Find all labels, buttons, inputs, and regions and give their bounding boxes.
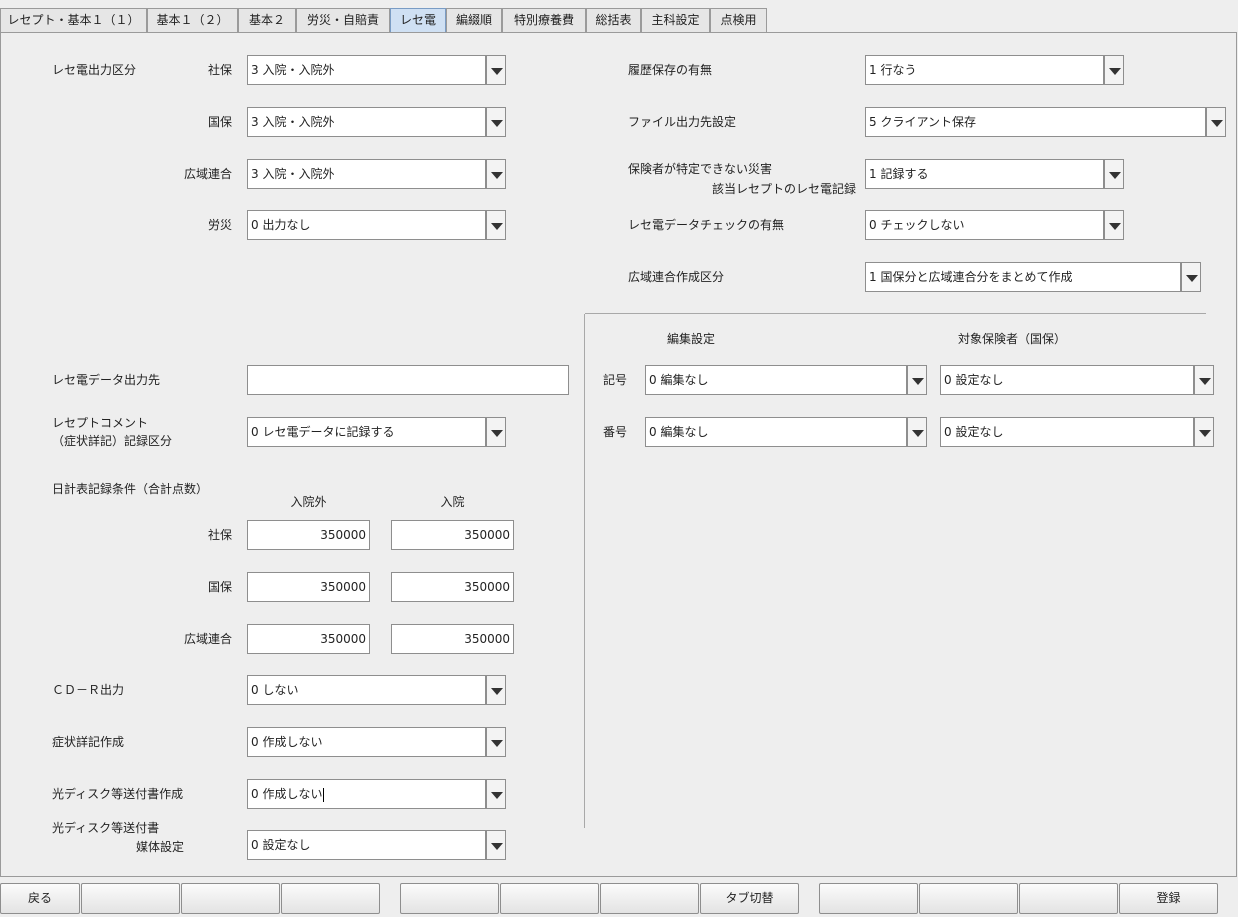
- daily-shaho-outpatient-input[interactable]: 350000: [247, 520, 370, 550]
- daily-table-title: 日計表記録条件（合計点数）: [52, 482, 209, 496]
- cdr-output-select[interactable]: 0 しない: [247, 675, 486, 705]
- daily-table-outpatient-header: 入院外: [290, 495, 327, 509]
- function-key-11[interactable]: [1019, 883, 1118, 914]
- data-check-select[interactable]: 0 チェックしない: [865, 210, 1104, 240]
- kigou-target-dropdown-button[interactable]: [1194, 365, 1214, 395]
- disaster-dropdown-button[interactable]: [1104, 159, 1124, 189]
- rosai-output-label: 労災: [207, 218, 232, 232]
- daily-kokuho-label: 国保: [207, 580, 232, 594]
- tab-basic2[interactable]: 基本２: [238, 8, 296, 32]
- disaster-label-line2: 該当レセプトのレセ電記録: [711, 182, 856, 196]
- daily-shaho-inpatient-input[interactable]: 350000: [391, 520, 514, 550]
- kouiki-create-select[interactable]: 1 国保分と広域連合分をまとめて作成: [865, 262, 1181, 292]
- function-key-3[interactable]: [181, 883, 280, 914]
- optical-disk-media-dropdown-button[interactable]: [486, 830, 506, 860]
- cdr-output-label: ＣＤ－Ｒ出力: [52, 683, 125, 697]
- symptom-detail-select[interactable]: 0 作成しない: [247, 727, 486, 757]
- target-insurer-header: 対象保険者（国保）: [958, 332, 1067, 346]
- daily-kouiki-inpatient-input[interactable]: 350000: [391, 624, 514, 654]
- optical-disk-doc-label: 光ディスク等送付書作成: [52, 787, 184, 801]
- daily-kokuho-inpatient-input[interactable]: 350000: [391, 572, 514, 602]
- bangou-target-select[interactable]: 0 設定なし: [940, 417, 1194, 447]
- register-button[interactable]: 登録: [1119, 883, 1218, 914]
- back-button[interactable]: 戻る: [0, 883, 80, 914]
- output-section-title: レセ電出力区分: [52, 63, 137, 77]
- tab-rosai-jibaiseki[interactable]: 労災・自賠責: [296, 8, 390, 32]
- kokuho-output-dropdown-button[interactable]: [486, 107, 506, 137]
- daily-shaho-label: 社保: [207, 528, 232, 542]
- kokuho-output-select[interactable]: 3 入院・入院外: [247, 107, 486, 137]
- tab-inspection[interactable]: 点検用: [710, 8, 767, 32]
- function-key-7[interactable]: [600, 883, 699, 914]
- daily-table-inpatient-header: 入院: [440, 495, 465, 509]
- history-select[interactable]: 1 行なう: [865, 55, 1104, 85]
- kigou-edit-dropdown-button[interactable]: [907, 365, 927, 395]
- symptom-detail-dropdown-button[interactable]: [486, 727, 506, 757]
- rosai-output-select[interactable]: 0 出力なし: [247, 210, 486, 240]
- receipt-comment-label-line2: （症状詳記）記録区分: [52, 434, 173, 448]
- symptom-detail-label: 症状詳記作成: [52, 735, 125, 749]
- tab-special-care-cost[interactable]: 特別療養費: [502, 8, 586, 32]
- kigou-edit-select[interactable]: 0 編集なし: [645, 365, 907, 395]
- edit-settings-header: 編集設定: [667, 332, 716, 346]
- shaho-output-dropdown-button[interactable]: [486, 55, 506, 85]
- function-key-6[interactable]: [500, 883, 599, 914]
- daily-kouiki-label: 広域連合: [183, 632, 232, 646]
- function-key-4[interactable]: [281, 883, 380, 914]
- file-output-select[interactable]: 5 クライアント保存: [865, 107, 1206, 137]
- file-output-dropdown-button[interactable]: [1206, 107, 1226, 137]
- bangou-edit-dropdown-button[interactable]: [907, 417, 927, 447]
- tab-bar: レセプト・基本１（１） 基本１（２） 基本２ 労災・自賠責 レセ電 編綴順 特別…: [0, 8, 1238, 34]
- disaster-label-line1: 保険者が特定できない災害: [628, 162, 773, 176]
- cdr-output-dropdown-button[interactable]: [486, 675, 506, 705]
- receipt-comment-select[interactable]: 0 レセ電データに記録する: [247, 417, 486, 447]
- tab-summary-table[interactable]: 総括表: [586, 8, 641, 32]
- data-check-dropdown-button[interactable]: [1104, 210, 1124, 240]
- tab-basic1-2[interactable]: 基本１（２）: [147, 8, 238, 32]
- data-output-dest-label: レセ電データ出力先: [52, 373, 161, 387]
- data-output-dest-input[interactable]: [247, 365, 569, 395]
- kouiki-create-dropdown-button[interactable]: [1181, 262, 1201, 292]
- section-divider-vertical: [584, 314, 585, 828]
- optical-disk-doc-dropdown-button[interactable]: [486, 779, 506, 809]
- kouiki-output-label: 広域連合: [183, 167, 232, 181]
- section-divider-horizontal: [585, 313, 1206, 314]
- daily-kokuho-outpatient-input[interactable]: 350000: [247, 572, 370, 602]
- tab-hentetsu-order[interactable]: 編綴順: [446, 8, 502, 32]
- kouiki-output-select[interactable]: 3 入院・入院外: [247, 159, 486, 189]
- kigou-label: 記号: [603, 373, 628, 387]
- optical-disk-media-label-line2: 媒体設定: [136, 840, 185, 854]
- bangou-edit-select[interactable]: 0 編集なし: [645, 417, 907, 447]
- function-key-9[interactable]: [819, 883, 918, 914]
- optical-disk-media-label-line1: 光ディスク等送付書: [52, 821, 160, 835]
- text-caret: [323, 787, 325, 802]
- kouiki-output-dropdown-button[interactable]: [486, 159, 506, 189]
- history-dropdown-button[interactable]: [1104, 55, 1124, 85]
- tab-switch-button[interactable]: タブ切替: [700, 883, 799, 914]
- shaho-output-label: 社保: [207, 63, 232, 77]
- optical-disk-doc-value: 0 作成しない: [251, 787, 323, 801]
- rosai-output-dropdown-button[interactable]: [486, 210, 506, 240]
- disaster-select[interactable]: 1 記録する: [865, 159, 1104, 189]
- kokuho-output-label: 国保: [207, 115, 232, 129]
- function-key-5[interactable]: [400, 883, 499, 914]
- optical-disk-doc-select[interactable]: 0 作成しない: [247, 779, 486, 809]
- history-label: 履歴保存の有無: [628, 63, 713, 77]
- file-output-label: ファイル出力先設定: [628, 115, 737, 129]
- kouiki-create-label: 広域連合作成区分: [628, 270, 725, 284]
- tab-main-dept-settings[interactable]: 主科設定: [641, 8, 710, 32]
- tab-receipt-basic1-1[interactable]: レセプト・基本１（１）: [0, 8, 147, 32]
- shaho-output-select[interactable]: 3 入院・入院外: [247, 55, 486, 85]
- receipt-comment-dropdown-button[interactable]: [486, 417, 506, 447]
- data-check-label: レセ電データチェックの有無: [628, 218, 785, 232]
- kigou-target-select[interactable]: 0 設定なし: [940, 365, 1194, 395]
- optical-disk-media-select[interactable]: 0 設定なし: [247, 830, 486, 860]
- bangou-label: 番号: [603, 425, 628, 439]
- receipt-comment-label-line1: レセプトコメント: [52, 416, 149, 430]
- bangou-target-dropdown-button[interactable]: [1194, 417, 1214, 447]
- function-key-10[interactable]: [919, 883, 1018, 914]
- function-key-2[interactable]: [81, 883, 180, 914]
- daily-kouiki-outpatient-input[interactable]: 350000: [247, 624, 370, 654]
- tab-rezeden[interactable]: レセ電: [390, 8, 446, 32]
